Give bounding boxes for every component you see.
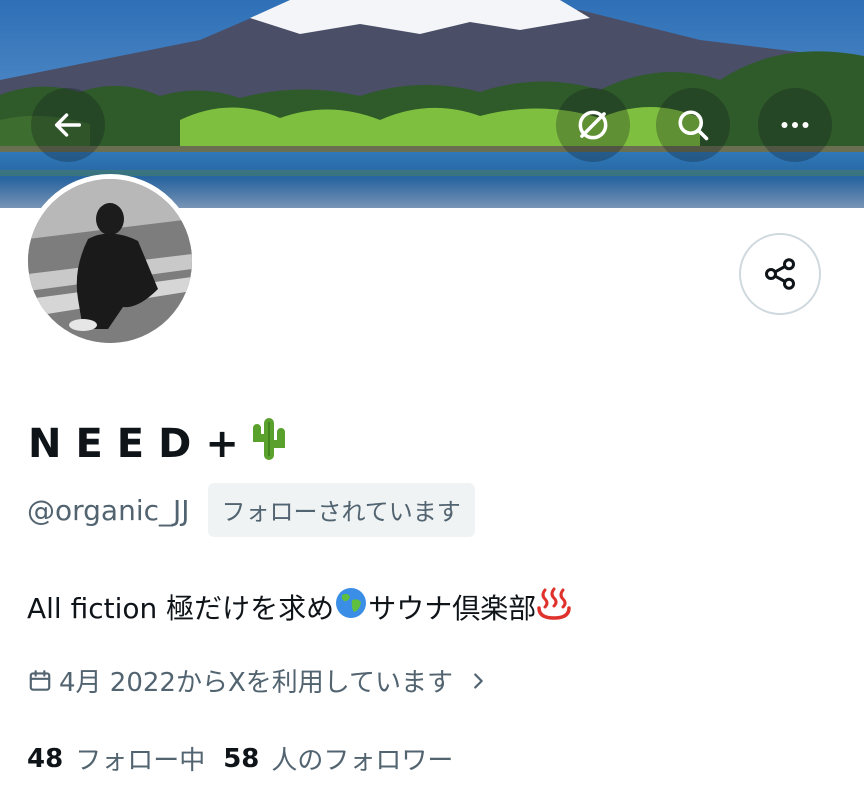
chevron-right-icon xyxy=(474,672,483,689)
display-name: NEED+ xyxy=(28,416,289,472)
joined-date[interactable]: 4月 2022からXを利用しています xyxy=(27,662,489,699)
grok-icon xyxy=(578,110,608,140)
joined-date-text: 4月 2022からXを利用しています xyxy=(59,668,454,698)
back-button[interactable] xyxy=(31,88,105,162)
avatar[interactable] xyxy=(23,174,197,348)
more-horizontal-icon xyxy=(781,122,809,128)
hot-springs-emoji xyxy=(536,586,572,627)
display-name-text: NEED+ xyxy=(28,421,253,467)
bio-text-2: サウナ倶楽部 xyxy=(368,591,537,625)
grok-button[interactable] xyxy=(556,88,630,162)
profile-stats: 48 フォロー中 58 人のフォロワー xyxy=(27,740,453,777)
followers-link[interactable]: 58 人のフォロワー xyxy=(223,740,453,777)
profile-bio: All fiction 極だけを求め サウナ倶楽部 xyxy=(27,586,572,627)
share-icon xyxy=(765,258,795,290)
follows-you-badge: フォローされています xyxy=(207,483,475,537)
search-button[interactable] xyxy=(656,88,730,162)
globe-emoji xyxy=(334,586,368,627)
avatar-image xyxy=(28,179,192,343)
following-link[interactable]: 48 フォロー中 xyxy=(27,740,205,777)
more-button[interactable] xyxy=(758,88,832,162)
following-label: フォロー中 xyxy=(75,746,206,776)
followers-label: 人のフォロワー xyxy=(271,746,454,776)
search-icon xyxy=(678,110,709,141)
bio-text-1: All fiction 極だけを求め xyxy=(27,591,335,625)
cactus-emoji xyxy=(249,416,289,472)
arrow-left-icon xyxy=(54,113,82,137)
user-handle: @organic_JJ xyxy=(27,493,190,527)
share-button[interactable] xyxy=(739,233,821,315)
following-count: 48 xyxy=(27,743,64,774)
calendar-icon xyxy=(29,669,51,691)
handle-row: @organic_JJ フォローされています xyxy=(27,483,475,537)
followers-count: 58 xyxy=(223,743,260,774)
